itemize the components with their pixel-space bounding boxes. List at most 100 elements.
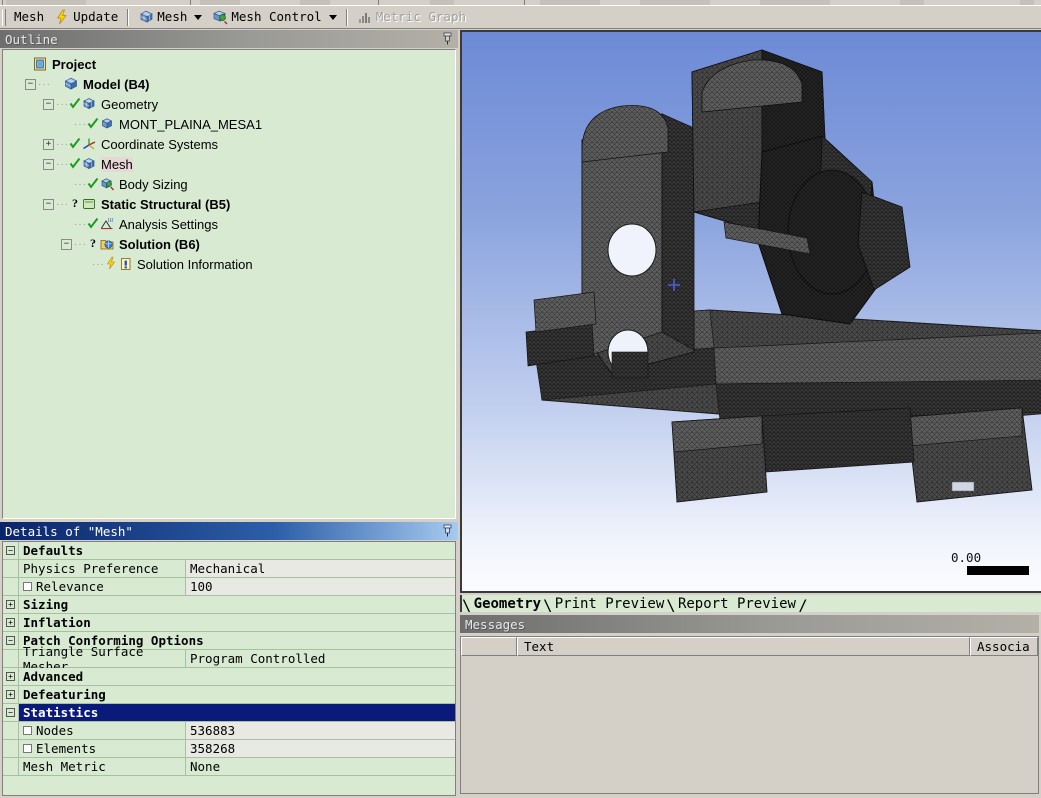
details-section-header[interactable]: + Inflation [3, 614, 455, 632]
body-icon [99, 116, 115, 132]
green-check-icon [87, 176, 99, 192]
details-property-row[interactable]: Triangle Surface Mesher Program Controlle… [3, 644, 455, 674]
details-property-label: Nodes [36, 723, 74, 738]
tree-connector: ··· [56, 158, 69, 170]
details-section-label: Defaults [19, 542, 455, 559]
details-property-value[interactable]: Program Controlled [186, 650, 455, 667]
details-section-label: Defeaturing [19, 686, 455, 703]
mesh-menu-button[interactable]: Mesh [9, 7, 49, 28]
checkbox[interactable] [23, 744, 32, 753]
update-button[interactable]: Update [49, 7, 123, 28]
tree-item-geometry[interactable]: − ··· Geometry [7, 94, 455, 114]
tree-connector: ··· [38, 78, 51, 90]
mesh-dropdown-button[interactable]: Mesh [133, 7, 207, 28]
details-property-row[interactable]: Physics Preference Mechanical [3, 560, 455, 578]
collapse-toggle-icon[interactable]: − [43, 98, 54, 110]
tree-item-static-structural-b5[interactable]: − ···? Static Structural (B5) [7, 194, 455, 214]
pin-icon[interactable] [442, 524, 453, 537]
details-gutter [3, 578, 19, 595]
details-property-value[interactable]: 536883 [186, 722, 455, 739]
expand-toggle-icon[interactable]: + [43, 138, 54, 150]
tree-item-coordinate-systems[interactable]: + ··· Coordinate Systems [7, 134, 455, 154]
messages-col-text[interactable]: Text [517, 637, 970, 656]
toolbar-grip[interactable] [2, 8, 6, 26]
outline-tree[interactable]: Project − ··· Model (B4) − ··· Geometry ··· MONT… [2, 49, 456, 519]
mesh-control-button[interactable]: Mesh Control [207, 7, 341, 28]
messages-panel: Messages Text Associa [458, 612, 1041, 798]
details-property-row[interactable]: Relevance 100 [3, 578, 455, 596]
collapse-toggle-icon[interactable]: − [25, 78, 36, 90]
pin-icon[interactable] [442, 32, 453, 45]
messages-title-label: Messages [465, 616, 526, 632]
update-label: Update [73, 8, 119, 24]
expand-toggle-icon[interactable]: + [6, 672, 15, 681]
details-gutter [3, 560, 19, 577]
details-section-header[interactable]: − Statistics [3, 704, 455, 722]
details-property-row[interactable]: Mesh Metric None [3, 758, 455, 776]
tree-item-solution-information[interactable]: ··· Solution Information [7, 254, 455, 274]
tree-item-analysis-settings[interactable]: ··· Analysis Settings [7, 214, 455, 234]
tree-item-model-b4[interactable]: − ··· Model (B4) [7, 74, 455, 94]
outline-title-label: Outline [5, 31, 58, 47]
collapse-toggle-icon[interactable]: − [6, 708, 15, 717]
question-mark-icon: ? [72, 196, 78, 210]
geometry-icon [81, 96, 97, 112]
details-property-row[interactable]: Elements 358268 [3, 740, 455, 758]
collapse-toggle-icon[interactable]: − [43, 158, 54, 170]
lightning-bolt-icon [105, 256, 117, 272]
details-title-bar: Details of "Mesh" [0, 522, 458, 540]
details-property-label: Relevance [36, 579, 104, 594]
chevron-down-icon[interactable] [194, 14, 203, 20]
expand-toggle-icon[interactable]: + [6, 690, 15, 699]
green-check-icon [69, 156, 81, 172]
tree-item-body-sizing[interactable]: ··· Body Sizing [7, 174, 455, 194]
details-property-value[interactable]: 358268 [186, 740, 455, 757]
mesh-model-render [525, 49, 1041, 503]
details-section-header[interactable]: + Advanced [3, 668, 455, 686]
checkbox[interactable] [23, 582, 32, 591]
details-section-label: Advanced [19, 668, 455, 685]
tree-item-label: Coordinate Systems [101, 136, 219, 152]
metric-graph-button[interactable]: Metric Graph [352, 7, 471, 28]
details-property-row[interactable]: Nodes 536883 [3, 722, 455, 740]
details-property-value[interactable]: 100 [186, 578, 455, 595]
details-section-header[interactable]: − Defaults [3, 542, 455, 560]
details-section-header[interactable]: + Defeaturing [3, 686, 455, 704]
viewport-3d[interactable]: 0.00 [460, 30, 1041, 593]
collapse-toggle-icon[interactable]: − [6, 546, 15, 555]
chevron-down-icon[interactable] [328, 14, 337, 20]
outline-panel: Outline Project − ··· Model (B4) − ··· Geometr… [0, 30, 458, 520]
scale-bar-graphic [967, 566, 1029, 575]
solution-icon [99, 236, 115, 252]
details-grid[interactable]: − Defaults Physics Preference Mechanical Rel… [2, 541, 456, 796]
details-property-label: Elements [36, 741, 97, 756]
tree-item-project[interactable]: Project [7, 54, 455, 74]
messages-grid[interactable]: Text Associa [460, 636, 1039, 794]
collapse-toggle-icon[interactable]: − [43, 198, 54, 210]
mesh-tree-icon [81, 156, 97, 172]
expand-toggle-icon[interactable]: + [6, 618, 15, 627]
mesh-control-label: Mesh Control [231, 8, 322, 24]
expand-toggle-icon[interactable]: + [6, 600, 15, 609]
tree-item-mesh[interactable]: − ··· Mesh [7, 154, 455, 174]
messages-body[interactable] [461, 656, 1038, 793]
bar-chart-icon [357, 9, 373, 25]
collapse-toggle-icon[interactable]: − [6, 636, 15, 645]
messages-col-association[interactable]: Associa [970, 637, 1038, 656]
graphics-area: 0.00 \ Geometry \ Print Preview \ Report Prev… [458, 30, 1041, 615]
tree-item-mont-plaina-mesa1[interactable]: ··· MONT_PLAINA_MESA1 [7, 114, 455, 134]
details-section-header[interactable]: + Sizing [3, 596, 455, 614]
details-property-value[interactable]: Mechanical [186, 560, 455, 577]
checkbox[interactable] [23, 726, 32, 735]
metric-graph-label: Metric Graph [375, 8, 466, 24]
details-property-value[interactable]: None [186, 758, 455, 775]
messages-col-icon[interactable] [461, 637, 517, 656]
tree-item-label: Solution Information [137, 256, 253, 272]
tree-item-solution-b6[interactable]: − ···? Solution (B6) [7, 234, 455, 254]
tree-item-label: Project [52, 56, 97, 72]
details-section-label: Sizing [19, 596, 455, 613]
collapse-toggle-icon[interactable]: − [61, 238, 72, 250]
mesh-control-icon [212, 9, 228, 25]
details-property-name-cell: Elements [19, 740, 186, 757]
details-property-name-cell: Physics Preference [19, 560, 186, 577]
